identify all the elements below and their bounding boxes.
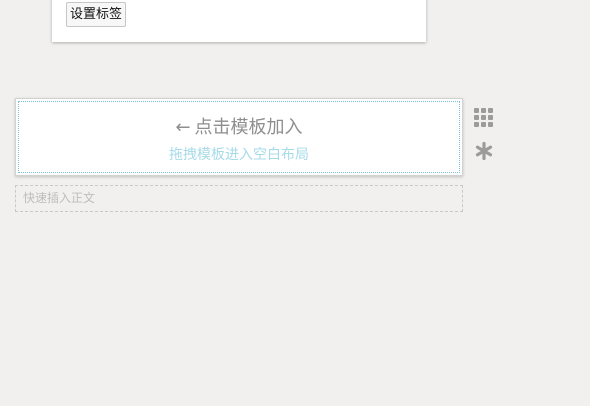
- click-template-hint-text: 点击模板加入: [194, 117, 303, 138]
- click-template-hint: ← 点击模板加入: [19, 117, 459, 139]
- grid-icon[interactable]: [474, 108, 494, 128]
- quick-insert-body-field[interactable]: 快速插入正文: [15, 185, 463, 212]
- asterisk-icon-graphic: [475, 141, 493, 161]
- template-drop-zone: ← 点击模板加入 拖拽模板进入空白布局: [18, 101, 460, 173]
- template-drop-area[interactable]: ← 点击模板加入 拖拽模板进入空白布局: [15, 98, 463, 176]
- drag-template-hint: 拖拽模板进入空白布局: [169, 147, 309, 163]
- asterisk-icon[interactable]: [474, 141, 494, 161]
- set-tags-button[interactable]: 设置标签: [66, 2, 127, 27]
- left-arrow-icon: ←: [175, 117, 191, 138]
- top-card: 设置标签: [52, 0, 426, 42]
- grid-icon-graphic: [474, 108, 493, 127]
